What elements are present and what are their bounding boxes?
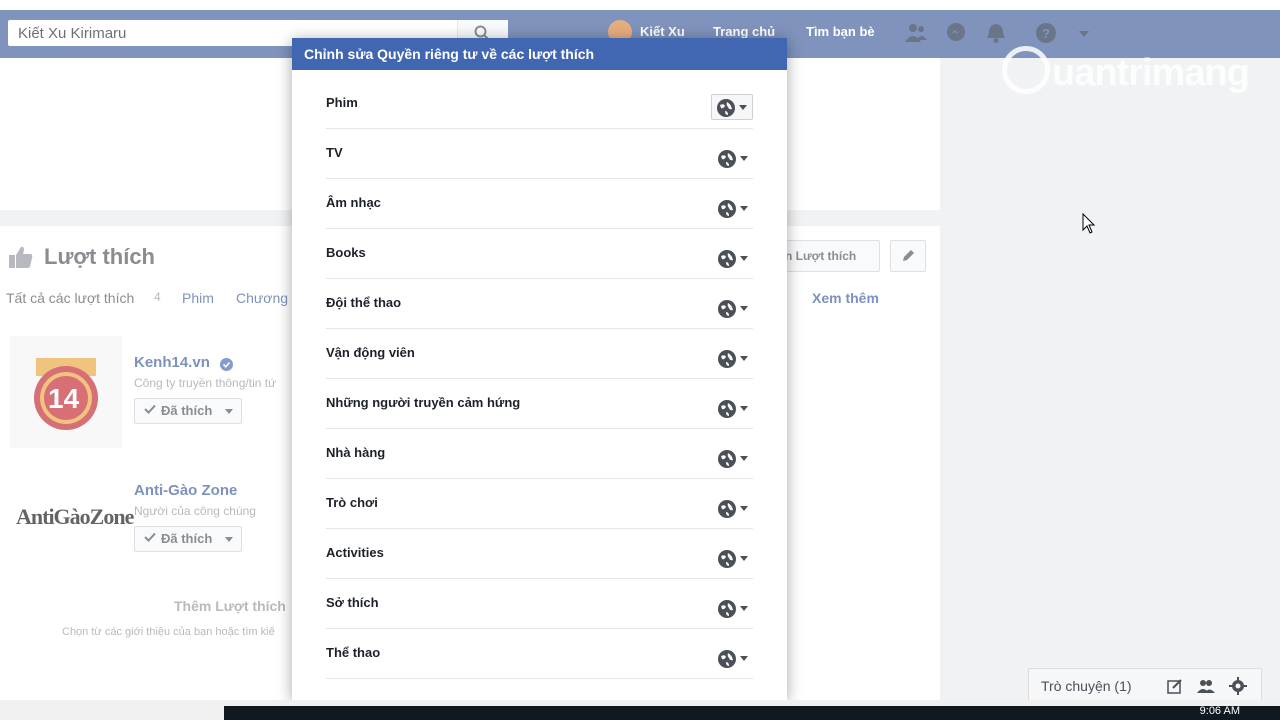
chat-bar[interactable]: Trò chuyện (1) xyxy=(1028,668,1262,704)
chevron-down-icon xyxy=(740,306,748,311)
chevron-down-icon xyxy=(739,105,747,110)
audience-selector[interactable] xyxy=(713,496,753,520)
privacy-category-label: Trò chơi xyxy=(326,495,378,510)
privacy-category-row: Books xyxy=(326,228,753,279)
audience-selector[interactable] xyxy=(713,246,753,270)
privacy-category-label: Nhà hàng xyxy=(326,445,386,460)
privacy-category-label: Âm nhạc xyxy=(326,195,381,210)
chevron-down-icon xyxy=(740,456,748,461)
audience-selector[interactable] xyxy=(713,396,753,420)
audience-selector[interactable] xyxy=(713,146,753,170)
globe-icon xyxy=(717,99,735,117)
privacy-category-label: Books xyxy=(326,245,366,260)
globe-icon xyxy=(718,450,736,468)
privacy-category-row: Thể thao xyxy=(326,628,753,679)
windows-taskbar xyxy=(224,706,1280,720)
globe-icon xyxy=(718,400,736,418)
audience-selector[interactable] xyxy=(713,546,753,570)
audience-selector[interactable] xyxy=(713,296,753,320)
globe-icon xyxy=(718,350,736,368)
chat-label: Trò chuyện (1) xyxy=(1041,678,1132,694)
audience-selector[interactable] xyxy=(713,596,753,620)
privacy-category-label: Thể thao xyxy=(326,645,381,660)
audience-selector[interactable] xyxy=(713,346,753,370)
chevron-down-icon xyxy=(740,156,748,161)
audience-selector[interactable] xyxy=(713,646,753,670)
globe-icon xyxy=(718,150,736,168)
chevron-down-icon xyxy=(740,606,748,611)
privacy-category-label: Sở thích xyxy=(326,595,379,610)
chevron-down-icon xyxy=(740,556,748,561)
privacy-category-row: Trò chơi xyxy=(326,478,753,529)
globe-icon xyxy=(718,550,736,568)
privacy-category-label: Phim xyxy=(326,95,358,110)
chevron-down-icon xyxy=(740,206,748,211)
privacy-category-row: Nhà hàng xyxy=(326,428,753,479)
chevron-down-icon xyxy=(740,356,748,361)
privacy-category-label: Vận động viên xyxy=(326,345,415,360)
privacy-category-row: Những người truyền cảm hứng xyxy=(326,378,753,429)
mouse-cursor-icon xyxy=(1082,213,1096,234)
globe-icon xyxy=(718,250,736,268)
chevron-down-icon xyxy=(740,656,748,661)
privacy-category-row: Activities xyxy=(326,528,753,579)
privacy-category-row: Phim xyxy=(326,78,753,129)
group-chat-icon[interactable] xyxy=(1197,678,1215,694)
privacy-category-row: Đội thể thao xyxy=(326,278,753,329)
privacy-category-row: Vận động viên xyxy=(326,328,753,379)
globe-icon xyxy=(718,200,736,218)
audience-selector[interactable] xyxy=(713,446,753,470)
privacy-category-label: Đội thể thao xyxy=(326,295,402,310)
taskbar-clock: 9:06 AM xyxy=(1199,705,1240,717)
privacy-category-row: TV xyxy=(326,128,753,179)
dialog-title: Chỉnh sửa Quyền riêng tư về các lượt thí… xyxy=(304,46,595,62)
privacy-category-row: Sở thích xyxy=(326,578,753,629)
audience-selector[interactable] xyxy=(713,196,753,220)
globe-icon xyxy=(718,650,736,668)
globe-icon xyxy=(718,600,736,618)
likes-privacy-dialog: Chỉnh sửa Quyền riêng tư về các lượt thí… xyxy=(292,38,787,700)
audience-selector[interactable] xyxy=(711,94,753,120)
dialog-header: Chỉnh sửa Quyền riêng tư về các lượt thí… xyxy=(292,38,787,70)
new-message-icon[interactable] xyxy=(1167,678,1183,694)
chevron-down-icon xyxy=(740,406,748,411)
privacy-category-label: Activities xyxy=(326,545,384,560)
gear-icon[interactable] xyxy=(1229,677,1247,695)
globe-icon xyxy=(718,300,736,318)
chevron-down-icon xyxy=(740,506,748,511)
privacy-category-row: Âm nhạc xyxy=(326,178,753,229)
globe-icon xyxy=(718,500,736,518)
privacy-category-label: TV xyxy=(326,145,343,160)
chevron-down-icon xyxy=(740,256,748,261)
privacy-category-label: Những người truyền cảm hứng xyxy=(326,395,521,410)
